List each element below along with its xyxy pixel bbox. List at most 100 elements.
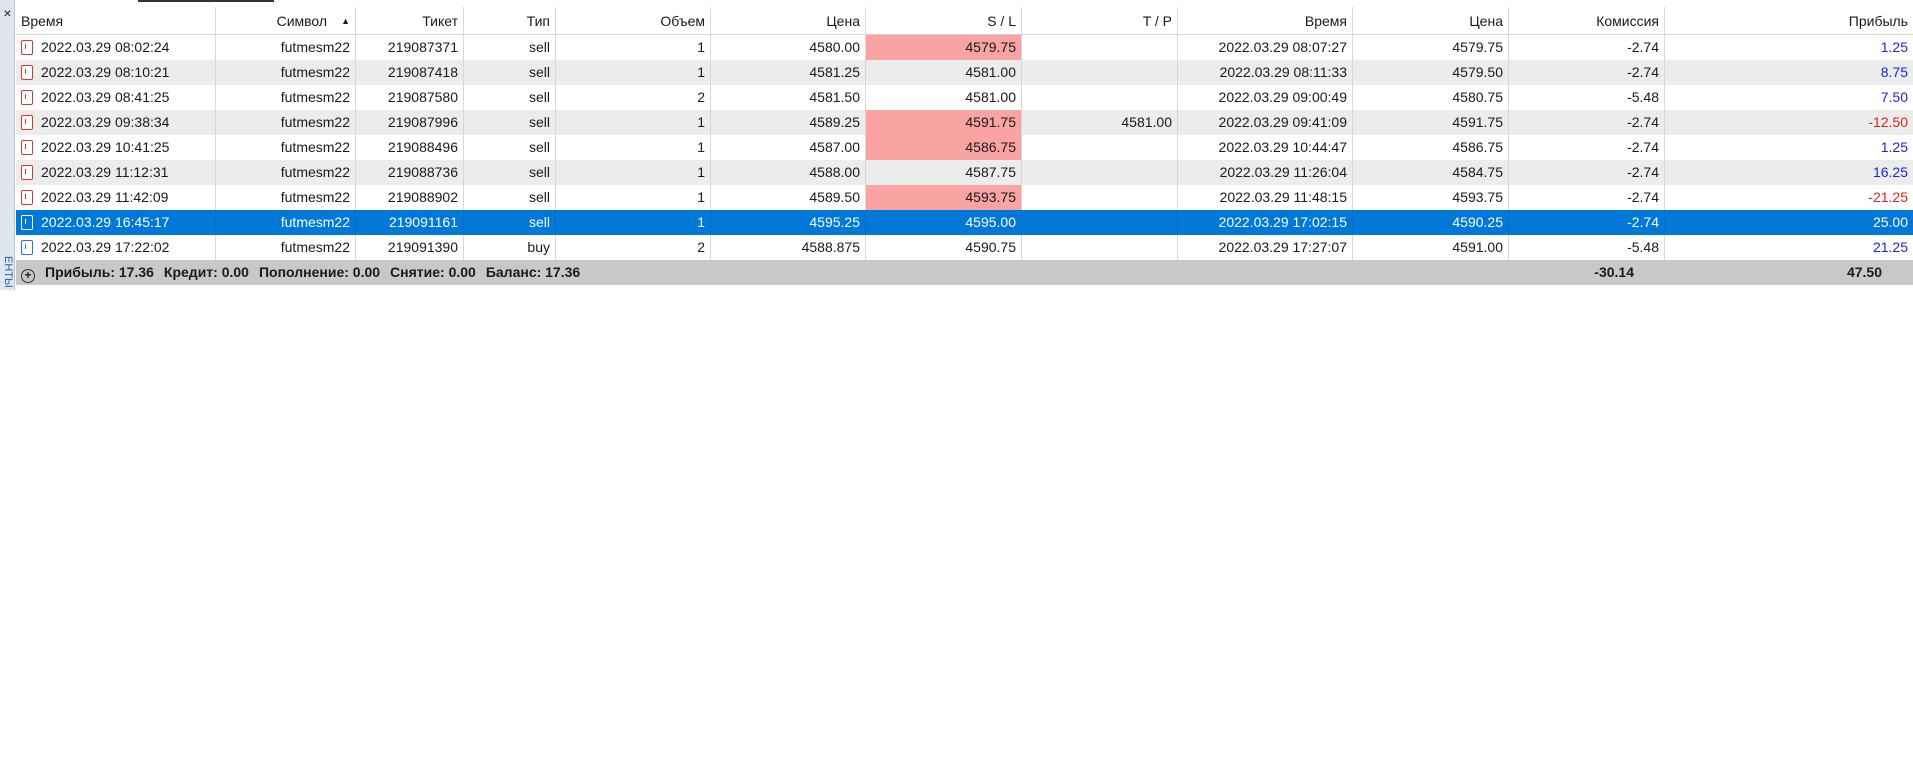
cell-tp (1022, 235, 1178, 260)
toolbox-side-panel: × ЕНТЫ (0, 0, 15, 290)
column-header-ticket[interactable]: Тикет (356, 7, 464, 34)
cell-open-time: 2022.03.29 11:12:31 (16, 160, 216, 185)
cell-open-time: 2022.03.29 10:41:25 (16, 135, 216, 160)
open-time-text: 2022.03.29 17:22:02 (41, 239, 170, 255)
cell-profit: -21.25 (1868, 189, 1908, 205)
cell-profit: 25.00 (1872, 214, 1908, 230)
column-header-close-price[interactable]: Цена (1353, 7, 1509, 34)
cell-close-time: 2022.03.29 11:48:15 (1178, 185, 1353, 210)
cell-ticket: 219088902 (356, 185, 464, 210)
table-row[interactable]: 2022.03.29 08:02:24 futmesm22 219087371 sel… (16, 35, 1913, 60)
cell-open-price: 4580.00 (711, 35, 866, 60)
cell-ticket: 219091390 (356, 235, 464, 260)
open-time-text: 2022.03.29 10:41:25 (41, 139, 170, 155)
cell-open-price: 4589.25 (711, 110, 866, 135)
cell-commission: -5.48 (1509, 85, 1665, 110)
summary-spacer (1327, 260, 1483, 285)
column-header-sl[interactable]: S / L (866, 7, 1022, 34)
cell-tp (1022, 35, 1178, 60)
cell-volume: 1 (556, 185, 711, 210)
sort-ascending-icon: ▲ (341, 16, 350, 26)
table-row[interactable]: 2022.03.29 17:22:02 futmesm22 219091390 buy… (16, 235, 1913, 260)
column-header-symbol[interactable]: Символ ▲ (216, 7, 356, 34)
cell-sl: 4586.75 (866, 135, 1022, 160)
column-header-volume[interactable]: Объем (556, 7, 711, 34)
cell-type: buy (464, 235, 556, 260)
cell-close-time: 2022.03.29 17:02:15 (1178, 210, 1353, 235)
cell-symbol: futmesm22 (216, 160, 356, 185)
cell-tp (1022, 85, 1178, 110)
cell-open-time: 2022.03.29 11:42:09 (16, 185, 216, 210)
cell-close-time: 2022.03.29 08:07:27 (1178, 35, 1353, 60)
cell-type: sell (464, 85, 556, 110)
table-row[interactable]: 2022.03.29 10:41:25 futmesm22 219088496 sel… (16, 135, 1913, 160)
table-row[interactable]: 2022.03.29 16:45:17 futmesm22 219091161 sel… (16, 210, 1913, 235)
cell-close-price: 4580.75 (1353, 85, 1509, 110)
summary-credit: Кредит: 0.00 (163, 264, 249, 280)
cell-close-price: 4591.75 (1353, 110, 1509, 135)
close-icon[interactable]: × (0, 4, 15, 22)
cell-open-price: 4581.25 (711, 60, 866, 85)
cell-sl: 4591.75 (866, 110, 1022, 135)
table-row[interactable]: 2022.03.29 11:12:31 futmesm22 219088736 sel… (16, 160, 1913, 185)
cell-open-time: 2022.03.29 08:10:21 (16, 60, 216, 85)
sell-deal-icon (21, 140, 33, 155)
column-header-close-time[interactable]: Время (1178, 7, 1353, 34)
cell-ticket: 219087371 (356, 35, 464, 60)
expand-icon[interactable]: + (21, 269, 35, 283)
cell-close-time: 2022.03.29 09:00:49 (1178, 85, 1353, 110)
summary-row: + Прибыль: 17.36 Кредит: 0.00 Пополнение: 0… (16, 260, 1913, 285)
cell-open-price: 4589.50 (711, 185, 866, 210)
cell-type: sell (464, 160, 556, 185)
cell-profit: 21.25 (1872, 239, 1908, 255)
column-header-open-time[interactable]: Время (16, 7, 216, 34)
cell-open-price: 4588.875 (711, 235, 866, 260)
table-row[interactable]: 2022.03.29 08:41:25 futmesm22 219087580 sel… (16, 85, 1913, 110)
sell-deal-icon (21, 115, 33, 130)
side-tab-label[interactable]: ЕНТЫ (0, 256, 15, 288)
column-header-commission[interactable]: Комиссия (1509, 7, 1665, 34)
cell-tp: 4581.00 (1022, 110, 1178, 135)
table-row[interactable]: 2022.03.29 08:10:21 futmesm22 219087418 sel… (16, 60, 1913, 85)
cell-commission: -2.74 (1509, 210, 1665, 235)
cell-profit: 16.25 (1872, 164, 1908, 180)
cell-tp (1022, 160, 1178, 185)
cell-tp (1022, 210, 1178, 235)
cell-sl: 4587.75 (866, 160, 1022, 185)
buy-deal-icon (21, 240, 33, 255)
cell-open-price: 4581.50 (711, 85, 866, 110)
cell-sl: 4581.00 (866, 60, 1022, 85)
cell-commission: -2.74 (1509, 185, 1665, 210)
cell-sl: 4581.00 (866, 85, 1022, 110)
cell-profit: 8.75 (1880, 64, 1908, 80)
cell-commission: -2.74 (1509, 35, 1665, 60)
cell-ticket: 219087580 (356, 85, 464, 110)
sell-deal-icon (21, 40, 33, 55)
cell-sl: 4579.75 (866, 35, 1022, 60)
cell-sl: 4595.00 (866, 210, 1022, 235)
cell-tp (1022, 185, 1178, 210)
cell-ticket: 219087996 (356, 110, 464, 135)
cell-symbol: futmesm22 (216, 210, 356, 235)
table-row[interactable]: 2022.03.29 09:38:34 futmesm22 219087996 sel… (16, 110, 1913, 135)
open-time-text: 2022.03.29 11:12:31 (41, 164, 169, 180)
cell-symbol: futmesm22 (216, 85, 356, 110)
cell-symbol: futmesm22 (216, 235, 356, 260)
cell-type: sell (464, 60, 556, 85)
column-header-type[interactable]: Тип (464, 7, 556, 34)
table-row[interactable]: 2022.03.29 11:42:09 futmesm22 219088902 sel… (16, 185, 1913, 210)
table-header: Время Символ ▲ Тикет Тип Объем Цена S / L… (16, 7, 1913, 35)
column-header-open-price[interactable]: Цена (711, 7, 866, 34)
cell-symbol: futmesm22 (216, 35, 356, 60)
cell-tp (1022, 60, 1178, 85)
open-time-text: 2022.03.29 09:38:34 (41, 114, 170, 130)
open-time-text: 2022.03.29 08:41:25 (41, 89, 170, 105)
column-header-profit[interactable]: Прибыль (1665, 7, 1913, 34)
summary-balance: Баланс: 17.36 (485, 264, 581, 280)
cell-type: sell (464, 135, 556, 160)
column-header-symbol-label: Символ (276, 13, 328, 29)
cell-sl: 4590.75 (866, 235, 1022, 260)
cell-commission: -2.74 (1509, 110, 1665, 135)
column-header-tp[interactable]: T / P (1022, 7, 1178, 34)
cell-open-price: 4588.00 (711, 160, 866, 185)
